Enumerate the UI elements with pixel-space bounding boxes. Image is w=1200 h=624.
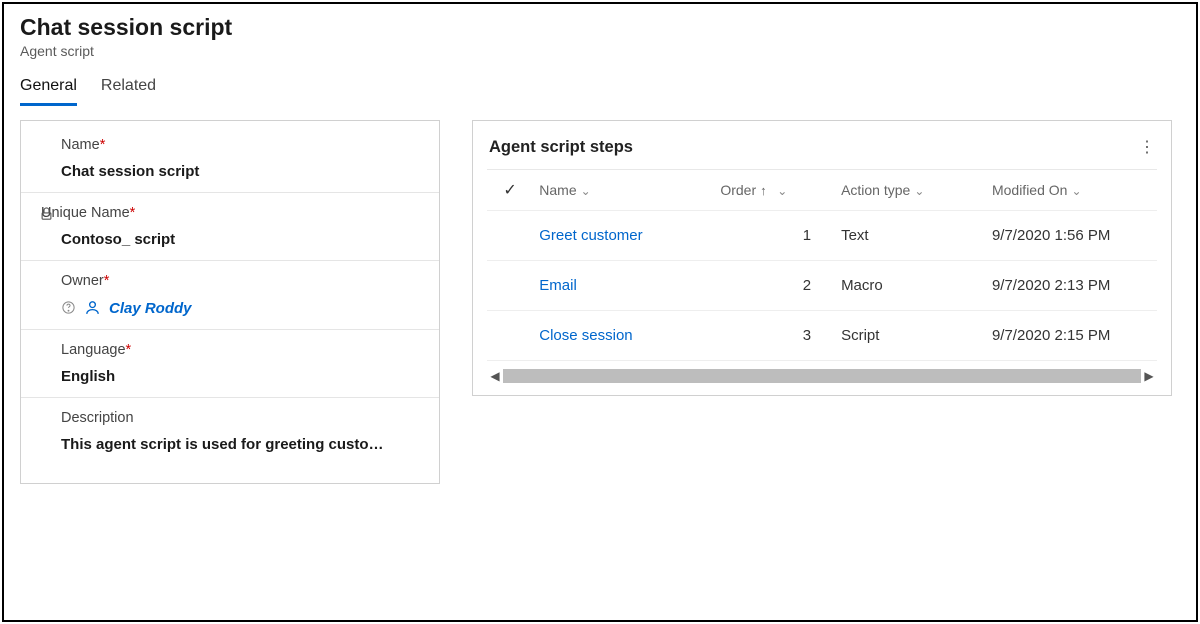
cell-name: Greet customer bbox=[533, 211, 714, 261]
scroll-left-icon[interactable]: ◀ bbox=[487, 369, 503, 383]
field-description-label: Description bbox=[61, 410, 421, 426]
field-name[interactable]: Name* Chat session script bbox=[21, 137, 439, 193]
column-name[interactable]: Name⌄ bbox=[533, 170, 714, 211]
content-columns: Name* Chat session script Unique Name* C… bbox=[20, 120, 1180, 484]
scrollbar-track[interactable] bbox=[503, 369, 1141, 383]
table-header-row: ✓ Name⌄ Order↑ ⌄ Action type⌄ Modified O… bbox=[487, 170, 1157, 211]
grid-panel: Agent script steps ⋮ ✓ Name⌄ Order↑ ⌄ Ac… bbox=[472, 120, 1172, 396]
column-order[interactable]: Order↑ ⌄ bbox=[714, 170, 835, 211]
cell-order: 1 bbox=[714, 211, 835, 261]
cell-name: Email bbox=[533, 261, 714, 311]
cell-modified-on: 9/7/2020 2:13 PM bbox=[986, 261, 1157, 311]
step-link[interactable]: Email bbox=[539, 277, 577, 294]
step-link[interactable]: Close session bbox=[539, 327, 632, 344]
tab-bar: General Related bbox=[20, 73, 1180, 106]
chevron-down-icon: ⌄ bbox=[914, 184, 924, 198]
chevron-down-icon: ⌄ bbox=[771, 184, 788, 198]
field-language[interactable]: Language* English bbox=[21, 342, 439, 398]
form-panel: Name* Chat session script Unique Name* C… bbox=[20, 120, 440, 484]
field-description[interactable]: Description This agent script is used fo… bbox=[21, 410, 439, 465]
more-menu-icon[interactable]: ⋮ bbox=[1139, 137, 1155, 157]
row-checkbox[interactable] bbox=[487, 311, 533, 361]
step-link[interactable]: Greet customer bbox=[539, 227, 642, 244]
table-row[interactable]: Close session 3 Script 9/7/2020 2:15 PM bbox=[487, 311, 1157, 361]
tab-general[interactable]: General bbox=[20, 73, 77, 106]
table-row[interactable]: Greet customer 1 Text 9/7/2020 1:56 PM bbox=[487, 211, 1157, 261]
page-header: Chat session script Agent script bbox=[20, 14, 1180, 59]
field-language-label: Language* bbox=[61, 342, 421, 358]
field-description-value: This agent script is used for greeting c… bbox=[61, 436, 421, 453]
column-select-all[interactable]: ✓ bbox=[487, 170, 533, 211]
cell-modified-on: 9/7/2020 2:15 PM bbox=[986, 311, 1157, 361]
field-unique-name-label: Unique Name* bbox=[41, 205, 421, 221]
field-name-value: Chat session script bbox=[61, 163, 421, 180]
info-icon bbox=[61, 299, 76, 317]
lock-icon bbox=[39, 205, 54, 223]
checkmark-icon: ✓ bbox=[503, 182, 516, 199]
field-language-value: English bbox=[61, 368, 421, 385]
grid-title: Agent script steps bbox=[489, 138, 633, 157]
page-subtitle: Agent script bbox=[20, 43, 1180, 59]
column-action-type[interactable]: Action type⌄ bbox=[835, 170, 986, 211]
cell-order: 2 bbox=[714, 261, 835, 311]
page-title: Chat session script bbox=[20, 14, 1180, 41]
field-unique-name[interactable]: Unique Name* Contoso_ script bbox=[21, 205, 439, 261]
page-frame: Chat session script Agent script General… bbox=[2, 2, 1198, 622]
cell-action-type: Macro bbox=[835, 261, 986, 311]
cell-action-type: Text bbox=[835, 211, 986, 261]
sort-ascending-icon: ↑ bbox=[760, 183, 767, 198]
column-modified-on[interactable]: Modified On⌄ bbox=[986, 170, 1157, 211]
grid-header: Agent script steps ⋮ bbox=[487, 137, 1157, 170]
chevron-down-icon: ⌄ bbox=[1071, 184, 1081, 198]
tab-related[interactable]: Related bbox=[101, 73, 156, 106]
chevron-down-icon: ⌄ bbox=[581, 184, 591, 198]
steps-table: ✓ Name⌄ Order↑ ⌄ Action type⌄ Modified O… bbox=[487, 170, 1157, 361]
scroll-right-icon[interactable]: ▶ bbox=[1141, 369, 1157, 383]
row-checkbox[interactable] bbox=[487, 261, 533, 311]
row-checkbox[interactable] bbox=[487, 211, 533, 261]
field-name-label: Name* bbox=[61, 137, 421, 153]
owner-link[interactable]: Clay Roddy bbox=[109, 300, 192, 317]
horizontal-scrollbar[interactable]: ◀ ▶ bbox=[487, 367, 1157, 385]
cell-modified-on: 9/7/2020 1:56 PM bbox=[986, 211, 1157, 261]
cell-name: Close session bbox=[533, 311, 714, 361]
field-owner-label: Owner* bbox=[61, 273, 421, 289]
cell-action-type: Script bbox=[835, 311, 986, 361]
owner-value-row: Clay Roddy bbox=[61, 299, 421, 317]
user-icon bbox=[84, 299, 101, 317]
table-row[interactable]: Email 2 Macro 9/7/2020 2:13 PM bbox=[487, 261, 1157, 311]
field-unique-name-value: Contoso_ script bbox=[61, 231, 421, 248]
field-owner[interactable]: Owner* Clay Roddy bbox=[21, 273, 439, 330]
cell-order: 3 bbox=[714, 311, 835, 361]
